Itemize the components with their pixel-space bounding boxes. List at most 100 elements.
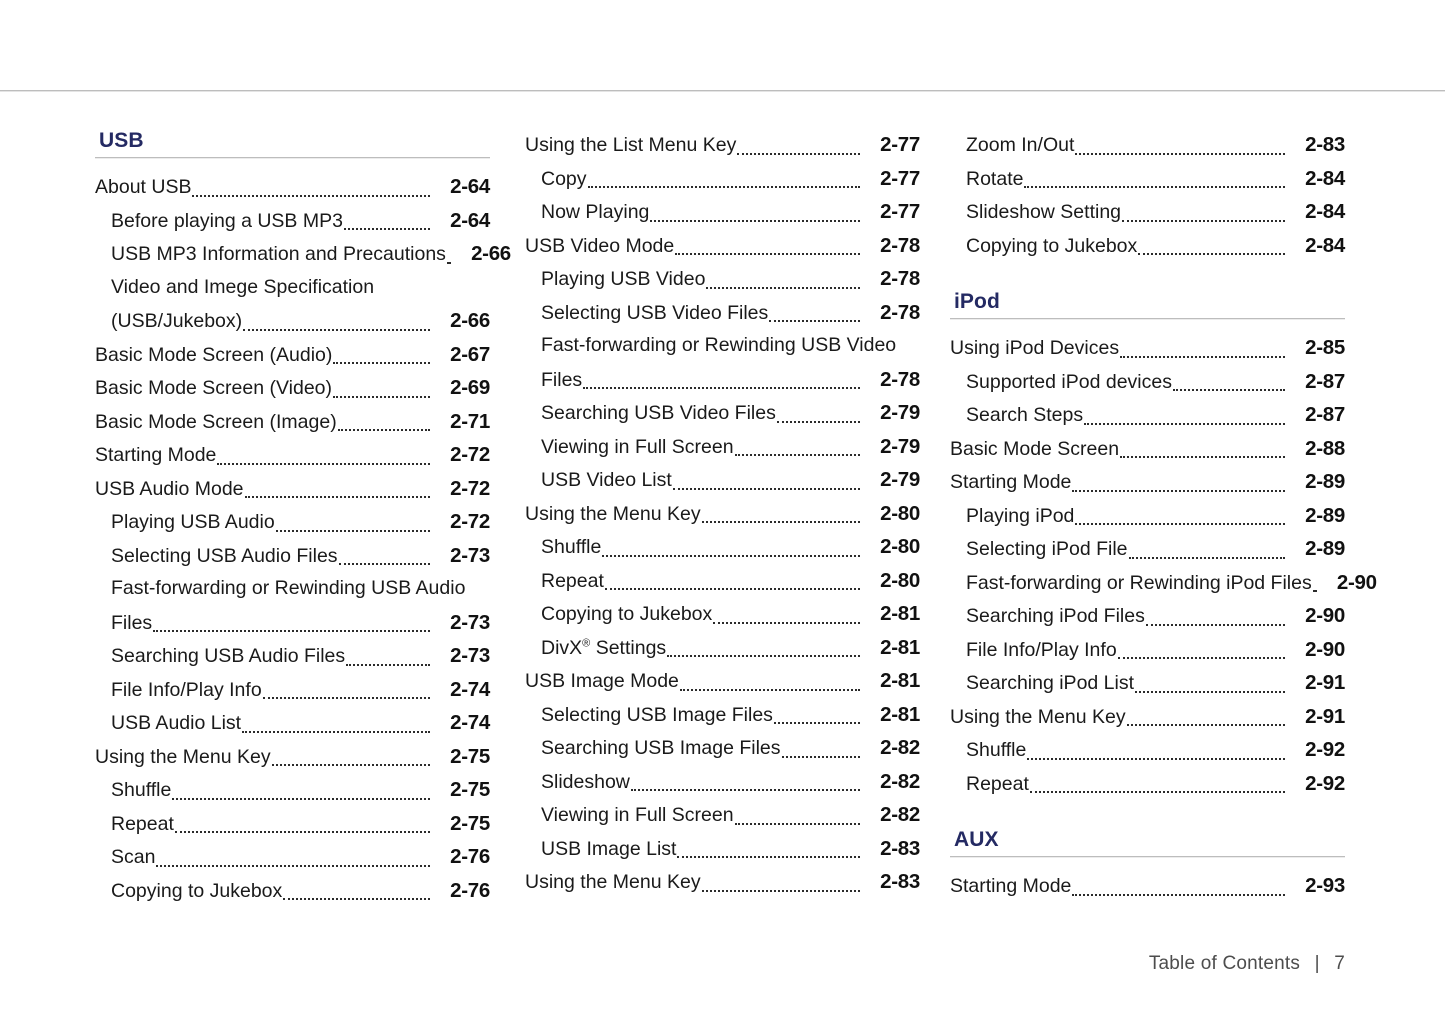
toc-entry[interactable]: Searching iPod Files 2-90	[950, 599, 1345, 633]
toc-entry-page-number: 2-66	[450, 309, 490, 332]
toc-entry[interactable]: Fast-forwarding or Rewinding iPod Files 2…	[950, 566, 1377, 600]
toc-entry[interactable]: Using the Menu Key 2-80	[525, 497, 920, 531]
toc-entry-page-number: 2-81	[880, 669, 920, 692]
toc-entry[interactable]: Slideshow 2-82	[525, 765, 920, 799]
toc-entry[interactable]: USB MP3 Information and Precautions 2-66	[95, 237, 511, 271]
toc-column-3: Zoom In/Out 2-83 Rotate 2-84 Slideshow Setti…	[950, 128, 1377, 903]
dot-leader	[1135, 690, 1285, 693]
toc-entry[interactable]: USB Audio Mode 2-72	[95, 472, 490, 506]
toc-entry-page-number: 2-77	[880, 200, 920, 223]
toc-entry[interactable]: File Info/Play Info 2-74	[95, 673, 490, 707]
toc-entry[interactable]: Rotate 2-84	[950, 162, 1345, 196]
toc-entry[interactable]: Using the Menu Key 2-75	[95, 740, 490, 774]
toc-entry[interactable]: Copy 2-77	[525, 162, 920, 196]
toc-entry[interactable]: Selecting USB Audio Files 2-73	[95, 539, 490, 573]
toc-entry[interactable]: USB Video Mode 2-78	[525, 229, 920, 263]
dot-leader	[604, 588, 860, 590]
toc-entry-label: About USB	[95, 176, 192, 198]
toc-entry[interactable]: Searching USB Image Files 2-82	[525, 731, 920, 765]
toc-entry[interactable]: Now Playing 2-77	[525, 195, 920, 229]
dot-leader	[667, 655, 860, 657]
toc-section: Zoom In/Out 2-83 Rotate 2-84 Slideshow Setti…	[950, 128, 1345, 262]
toc-entry[interactable]: Basic Mode Screen (Image) 2-71	[95, 405, 490, 439]
toc-entry[interactable]: Selecting iPod File 2-89	[950, 532, 1345, 566]
toc-entry-label: Copying to Jukebox	[541, 603, 713, 625]
section-heading: AUX	[954, 828, 999, 851]
toc-entry[interactable]: Selecting USB Image Files 2-81	[525, 698, 920, 732]
toc-entry[interactable]: Playing USB Video 2-78	[525, 262, 920, 296]
toc-entry[interactable]: DivX® Settings 2-81	[525, 631, 920, 665]
toc-entry-page-number: 2-89	[1305, 503, 1345, 527]
toc-entry[interactable]: Starting Mode 2-89	[950, 465, 1345, 499]
toc-entry[interactable]: Starting Mode 2-72	[95, 438, 490, 472]
toc-entry[interactable]: USB Audio List 2-74	[95, 706, 490, 740]
toc-entry[interactable]: Repeat 2-92	[950, 767, 1345, 801]
toc-entry-label: Using iPod Devices	[950, 337, 1120, 359]
toc-entry[interactable]: Using the List Menu Key 2-77	[525, 128, 920, 162]
toc-entry[interactable]: Shuffle 2-75	[95, 773, 490, 807]
toc-entry[interactable]: Using the Menu Key 2-91	[950, 700, 1345, 734]
toc-entry[interactable]: Before playing a USB MP3 2-64	[95, 204, 490, 238]
toc-entry[interactable]: About USB 2-64	[95, 170, 490, 204]
toc-entry[interactable]: Basic Mode Screen (Audio) 2-67	[95, 338, 490, 372]
toc-entry-page-number: 2-81	[880, 602, 920, 625]
toc-entry[interactable]: Copying to Jukebox 2-84	[950, 229, 1345, 263]
toc-entry[interactable]: Selecting USB Video Files 2-78	[525, 296, 920, 330]
toc-entry[interactable]: Zoom In/Out 2-83	[950, 128, 1345, 162]
toc-entry[interactable]: Files 2-78	[525, 363, 920, 397]
toc-entry[interactable]: Playing USB Audio 2-72	[95, 505, 490, 539]
toc-entry-label: Basic Mode Screen (Audio)	[95, 343, 333, 366]
dot-leader	[773, 722, 860, 724]
toc-entry[interactable]: Basic Mode Screen (Video) 2-69	[95, 371, 490, 405]
toc-entry[interactable]: Shuffle 2-92	[950, 733, 1345, 767]
dot-leader	[1072, 893, 1285, 896]
toc-entry[interactable]: Fast-forwarding or Rewinding USB Video	[525, 329, 920, 363]
dot-leader	[583, 387, 860, 389]
toc-entry[interactable]: Playing iPod 2-89	[950, 499, 1345, 533]
dot-leader	[769, 320, 860, 322]
toc-entry[interactable]: Search Steps 2-87	[950, 398, 1345, 432]
toc-entry[interactable]: Video and Imege Specification	[95, 271, 490, 305]
toc-entry[interactable]: USB Video List 2-79	[525, 463, 920, 497]
toc-entry[interactable]: Scan 2-76	[95, 840, 490, 874]
dot-leader	[333, 362, 430, 364]
dot-leader	[675, 253, 860, 255]
toc-entry[interactable]: USB Image List 2-83	[525, 832, 920, 866]
toc-entry-label: Searching iPod List	[966, 672, 1135, 694]
toc-entry[interactable]: Searching USB Audio Files 2-73	[95, 639, 490, 673]
dot-leader	[776, 420, 860, 423]
toc-entry-page-number: 2-73	[450, 543, 490, 567]
toc-entry[interactable]: (USB/Jukebox) 2-66	[95, 304, 490, 338]
toc-entry[interactable]: Supported iPod devices 2-87	[950, 365, 1345, 399]
toc-entry[interactable]: Copying to Jukebox 2-76	[95, 874, 490, 908]
toc-entry-label: USB MP3 Information and Precautions	[111, 243, 446, 265]
toc-entry[interactable]: Viewing in Full Screen 2-82	[525, 798, 920, 832]
toc-entry[interactable]: Using the Menu Key 2-83	[525, 865, 920, 899]
toc-entry[interactable]: USB Image Mode 2-81	[525, 664, 920, 698]
dot-leader	[156, 864, 430, 867]
toc-entry[interactable]: Repeat 2-80	[525, 564, 920, 598]
toc-entry-label: Repeat	[966, 772, 1029, 795]
toc-entry[interactable]: File Info/Play Info 2-90	[950, 633, 1345, 667]
dot-leader	[343, 228, 430, 230]
toc-entry[interactable]: Shuffle 2-80	[525, 530, 920, 564]
toc-entry[interactable]: Files 2-73	[95, 606, 490, 640]
toc-entry-page-number: 2-90	[1305, 637, 1345, 661]
toc-entry[interactable]: Viewing in Full Screen 2-79	[525, 430, 920, 464]
toc-entry[interactable]: Repeat 2-75	[95, 807, 490, 841]
toc-entry[interactable]: Fast-forwarding or Rewinding USB Audio	[95, 572, 490, 606]
dot-leader	[701, 889, 860, 892]
toc-entry[interactable]: Searching USB Video Files 2-79	[525, 396, 920, 430]
dot-leader	[701, 521, 860, 523]
toc-entry[interactable]: Using iPod Devices 2-85	[950, 331, 1345, 365]
toc-entry-label: Using the Menu Key	[525, 871, 701, 893]
dot-leader	[174, 831, 430, 833]
toc-entry-label: Video and Imege Specification	[111, 275, 375, 298]
dot-leader	[346, 663, 430, 666]
toc-entry[interactable]: Searching iPod List 2-91	[950, 666, 1345, 700]
toc-entry[interactable]: Starting Mode 2-93	[950, 869, 1345, 903]
dot-leader	[375, 296, 488, 297]
toc-entry[interactable]: Slideshow Setting 2-84	[950, 195, 1345, 229]
toc-entry[interactable]: Basic Mode Screen 2-88	[950, 432, 1345, 466]
toc-entry[interactable]: Copying to Jukebox 2-81	[525, 597, 920, 631]
